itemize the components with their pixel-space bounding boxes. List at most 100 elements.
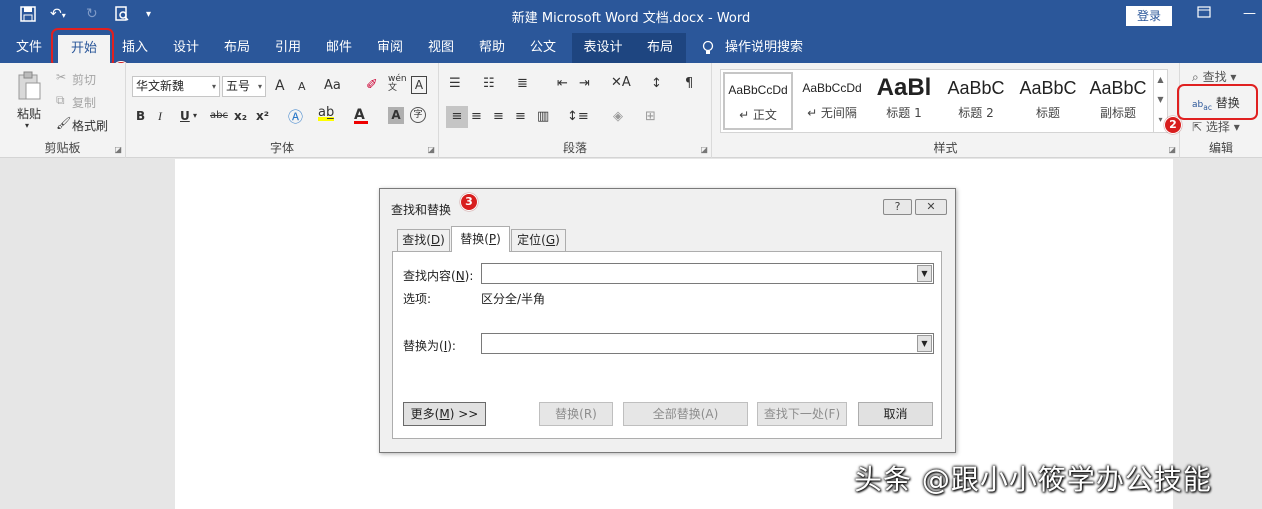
style-preview: AaBbC xyxy=(1019,78,1077,98)
tab-design[interactable]: 设计 xyxy=(165,33,207,63)
lightbulb-icon xyxy=(698,33,718,63)
select-button[interactable]: ⇱ 选择 ▾ xyxy=(1192,118,1240,135)
shading-icon[interactable]: ◈ xyxy=(613,109,623,124)
tab-view[interactable]: 视图 xyxy=(420,33,462,63)
font-name-combo[interactable]: 华文新魏 ▾ xyxy=(132,76,220,97)
change-case-button[interactable]: Aa xyxy=(324,78,341,93)
document-margin-right xyxy=(1173,159,1262,509)
decrease-indent-icon[interactable]: ⇤ xyxy=(557,76,568,91)
font-color-icon[interactable]: A xyxy=(354,107,368,124)
chevron-down-icon[interactable]: ▼ xyxy=(917,265,932,282)
scroll-up-icon[interactable]: ▲ xyxy=(1154,70,1167,90)
title-bar: ↶▾ ↻ ▾ 新建 Microsoft Word 文档.docx - Word … xyxy=(0,0,1262,33)
font-size-combo[interactable]: 五号 ▾ xyxy=(222,76,266,97)
character-shading-icon[interactable]: A xyxy=(388,107,404,124)
tab-table-design[interactable]: 表设计 xyxy=(572,33,634,63)
style-title[interactable]: AaBbC 标题 xyxy=(1013,72,1083,130)
scroll-down-icon[interactable]: ▼ xyxy=(1154,90,1167,110)
italic-button[interactable]: I xyxy=(158,109,162,124)
tab-layout[interactable]: 布局 xyxy=(216,33,258,63)
login-button[interactable]: 登录 xyxy=(1126,6,1172,26)
sort-icon[interactable]: ↕ xyxy=(651,76,662,91)
replace-panel: 查找内容(N): ▼ 选项: 区分全/半角 替换为(I): ▼ 更多(M) >>… xyxy=(392,251,942,439)
tab-find[interactable]: 查找(D) xyxy=(397,229,450,251)
style-no-spacing[interactable]: AaBbCcDd ↵ 无间隔 xyxy=(797,72,867,130)
cancel-button[interactable]: 取消 xyxy=(858,402,933,426)
paste-button[interactable]: 粘贴 xyxy=(17,105,41,122)
find-what-input[interactable]: ▼ xyxy=(481,263,934,284)
find-what-label: 查找内容(N): xyxy=(403,267,473,284)
tab-mailings[interactable]: 邮件 xyxy=(318,33,360,63)
highlight-color-icon[interactable]: ab̲ xyxy=(318,105,334,121)
paragraph-launcher-icon[interactable]: ◪ xyxy=(700,145,708,154)
tab-review[interactable]: 审阅 xyxy=(369,33,411,63)
tell-me-search[interactable]: 操作说明搜索 xyxy=(722,33,806,63)
tab-help[interactable]: 帮助 xyxy=(471,33,513,63)
tab-goto[interactable]: 定位(G) xyxy=(511,229,566,251)
tab-replace[interactable]: 替换(P) xyxy=(451,226,510,252)
asian-layout-icon[interactable]: ✕A xyxy=(611,75,631,90)
minimize-icon[interactable]: — xyxy=(1243,6,1256,21)
show-marks-icon[interactable]: ¶ xyxy=(685,76,693,91)
replace-one-button[interactable]: 替换(R) xyxy=(539,402,613,426)
borders-icon[interactable]: ⊞ xyxy=(645,109,656,124)
justify-icon[interactable]: ≡ xyxy=(515,109,526,124)
character-border-icon[interactable]: A xyxy=(411,76,427,94)
align-center-icon[interactable]: ≡ xyxy=(471,109,482,124)
help-button[interactable]: ? xyxy=(883,199,912,215)
font-launcher-icon[interactable]: ◪ xyxy=(427,145,435,154)
tab-references[interactable]: 引用 xyxy=(267,33,309,63)
tab-table-layout[interactable]: 布局 xyxy=(634,33,686,63)
chevron-down-icon: ▾ xyxy=(211,82,216,91)
more-button[interactable]: 更多(M) >> xyxy=(403,402,486,426)
replace-all-button[interactable]: 全部替换(A) xyxy=(623,402,748,426)
clear-formatting-icon[interactable]: ✐ xyxy=(366,77,378,93)
grow-font-button[interactable]: A xyxy=(275,78,285,94)
superscript-button[interactable]: x² xyxy=(256,109,269,123)
find-next-button[interactable]: 查找下一处(F) xyxy=(757,402,847,426)
close-button[interactable]: ✕ xyxy=(915,199,947,215)
multilevel-list-icon[interactable]: ≣ xyxy=(517,76,528,91)
phonetic-guide-icon[interactable]: wén 文 xyxy=(388,75,407,93)
style-normal[interactable]: AaBbCcDd ↵ 正文 xyxy=(723,72,793,130)
align-right-icon[interactable]: ≡ xyxy=(493,109,504,124)
tab-goto-text: 定位( xyxy=(517,233,546,247)
shrink-font-button[interactable]: A xyxy=(298,80,306,93)
tab-insert[interactable]: 插入 xyxy=(114,33,156,63)
highlight-home-tab xyxy=(51,28,114,68)
format-painter-button[interactable]: 格式刷 xyxy=(72,117,108,134)
style-name: 标题 1 xyxy=(886,106,922,120)
chevron-down-icon[interactable]: ▼ xyxy=(917,335,932,352)
enclose-characters-icon[interactable]: 字 xyxy=(410,107,426,123)
underline-button[interactable]: U xyxy=(180,109,190,123)
bold-button[interactable]: B xyxy=(136,109,145,123)
increase-indent-icon[interactable]: ⇥ xyxy=(579,76,590,91)
clipboard-launcher-icon[interactable]: ◪ xyxy=(114,145,122,154)
format-painter-icon[interactable]: 🖌 xyxy=(56,116,71,130)
more-text: 更多( xyxy=(410,407,440,421)
style-heading-2[interactable]: AaBbC 标题 2 xyxy=(941,72,1011,130)
paste-dropdown-icon[interactable]: ▾ xyxy=(25,121,29,130)
align-left-icon[interactable]: ≡ xyxy=(446,106,468,128)
style-preview: AaBbC xyxy=(1089,78,1147,98)
dialog-title: 查找和替换 xyxy=(391,203,452,217)
more-key: M xyxy=(439,407,450,421)
ribbon-display-options-icon[interactable] xyxy=(1197,6,1211,22)
tab-gongwen[interactable]: 公文 xyxy=(522,33,564,63)
chevron-down-icon[interactable]: ▾ xyxy=(193,111,197,120)
line-spacing-icon[interactable]: ↕≡ xyxy=(567,109,589,124)
subscript-button[interactable]: x₂ xyxy=(234,109,247,123)
replace-with-input[interactable]: ▼ xyxy=(481,333,934,354)
distributed-icon[interactable]: ▥ xyxy=(537,109,549,124)
text-effects-icon[interactable]: Ⓐ xyxy=(288,106,303,127)
style-subtitle[interactable]: AaBbC 副标题 xyxy=(1083,72,1153,130)
paste-icon[interactable] xyxy=(14,71,44,105)
bullets-icon[interactable]: ☰ xyxy=(449,76,461,91)
find-button[interactable]: ⌕ 查找 ▾ xyxy=(1192,68,1236,85)
style-name: 副标题 xyxy=(1099,106,1136,120)
strikethrough-button[interactable]: abc xyxy=(210,110,228,121)
style-heading-1[interactable]: AaBl 标题 1 xyxy=(869,72,939,130)
styles-launcher-icon[interactable]: ◪ xyxy=(1168,145,1176,154)
tab-file[interactable]: 文件 xyxy=(8,33,50,63)
numbering-icon[interactable]: ☷ xyxy=(483,76,495,91)
